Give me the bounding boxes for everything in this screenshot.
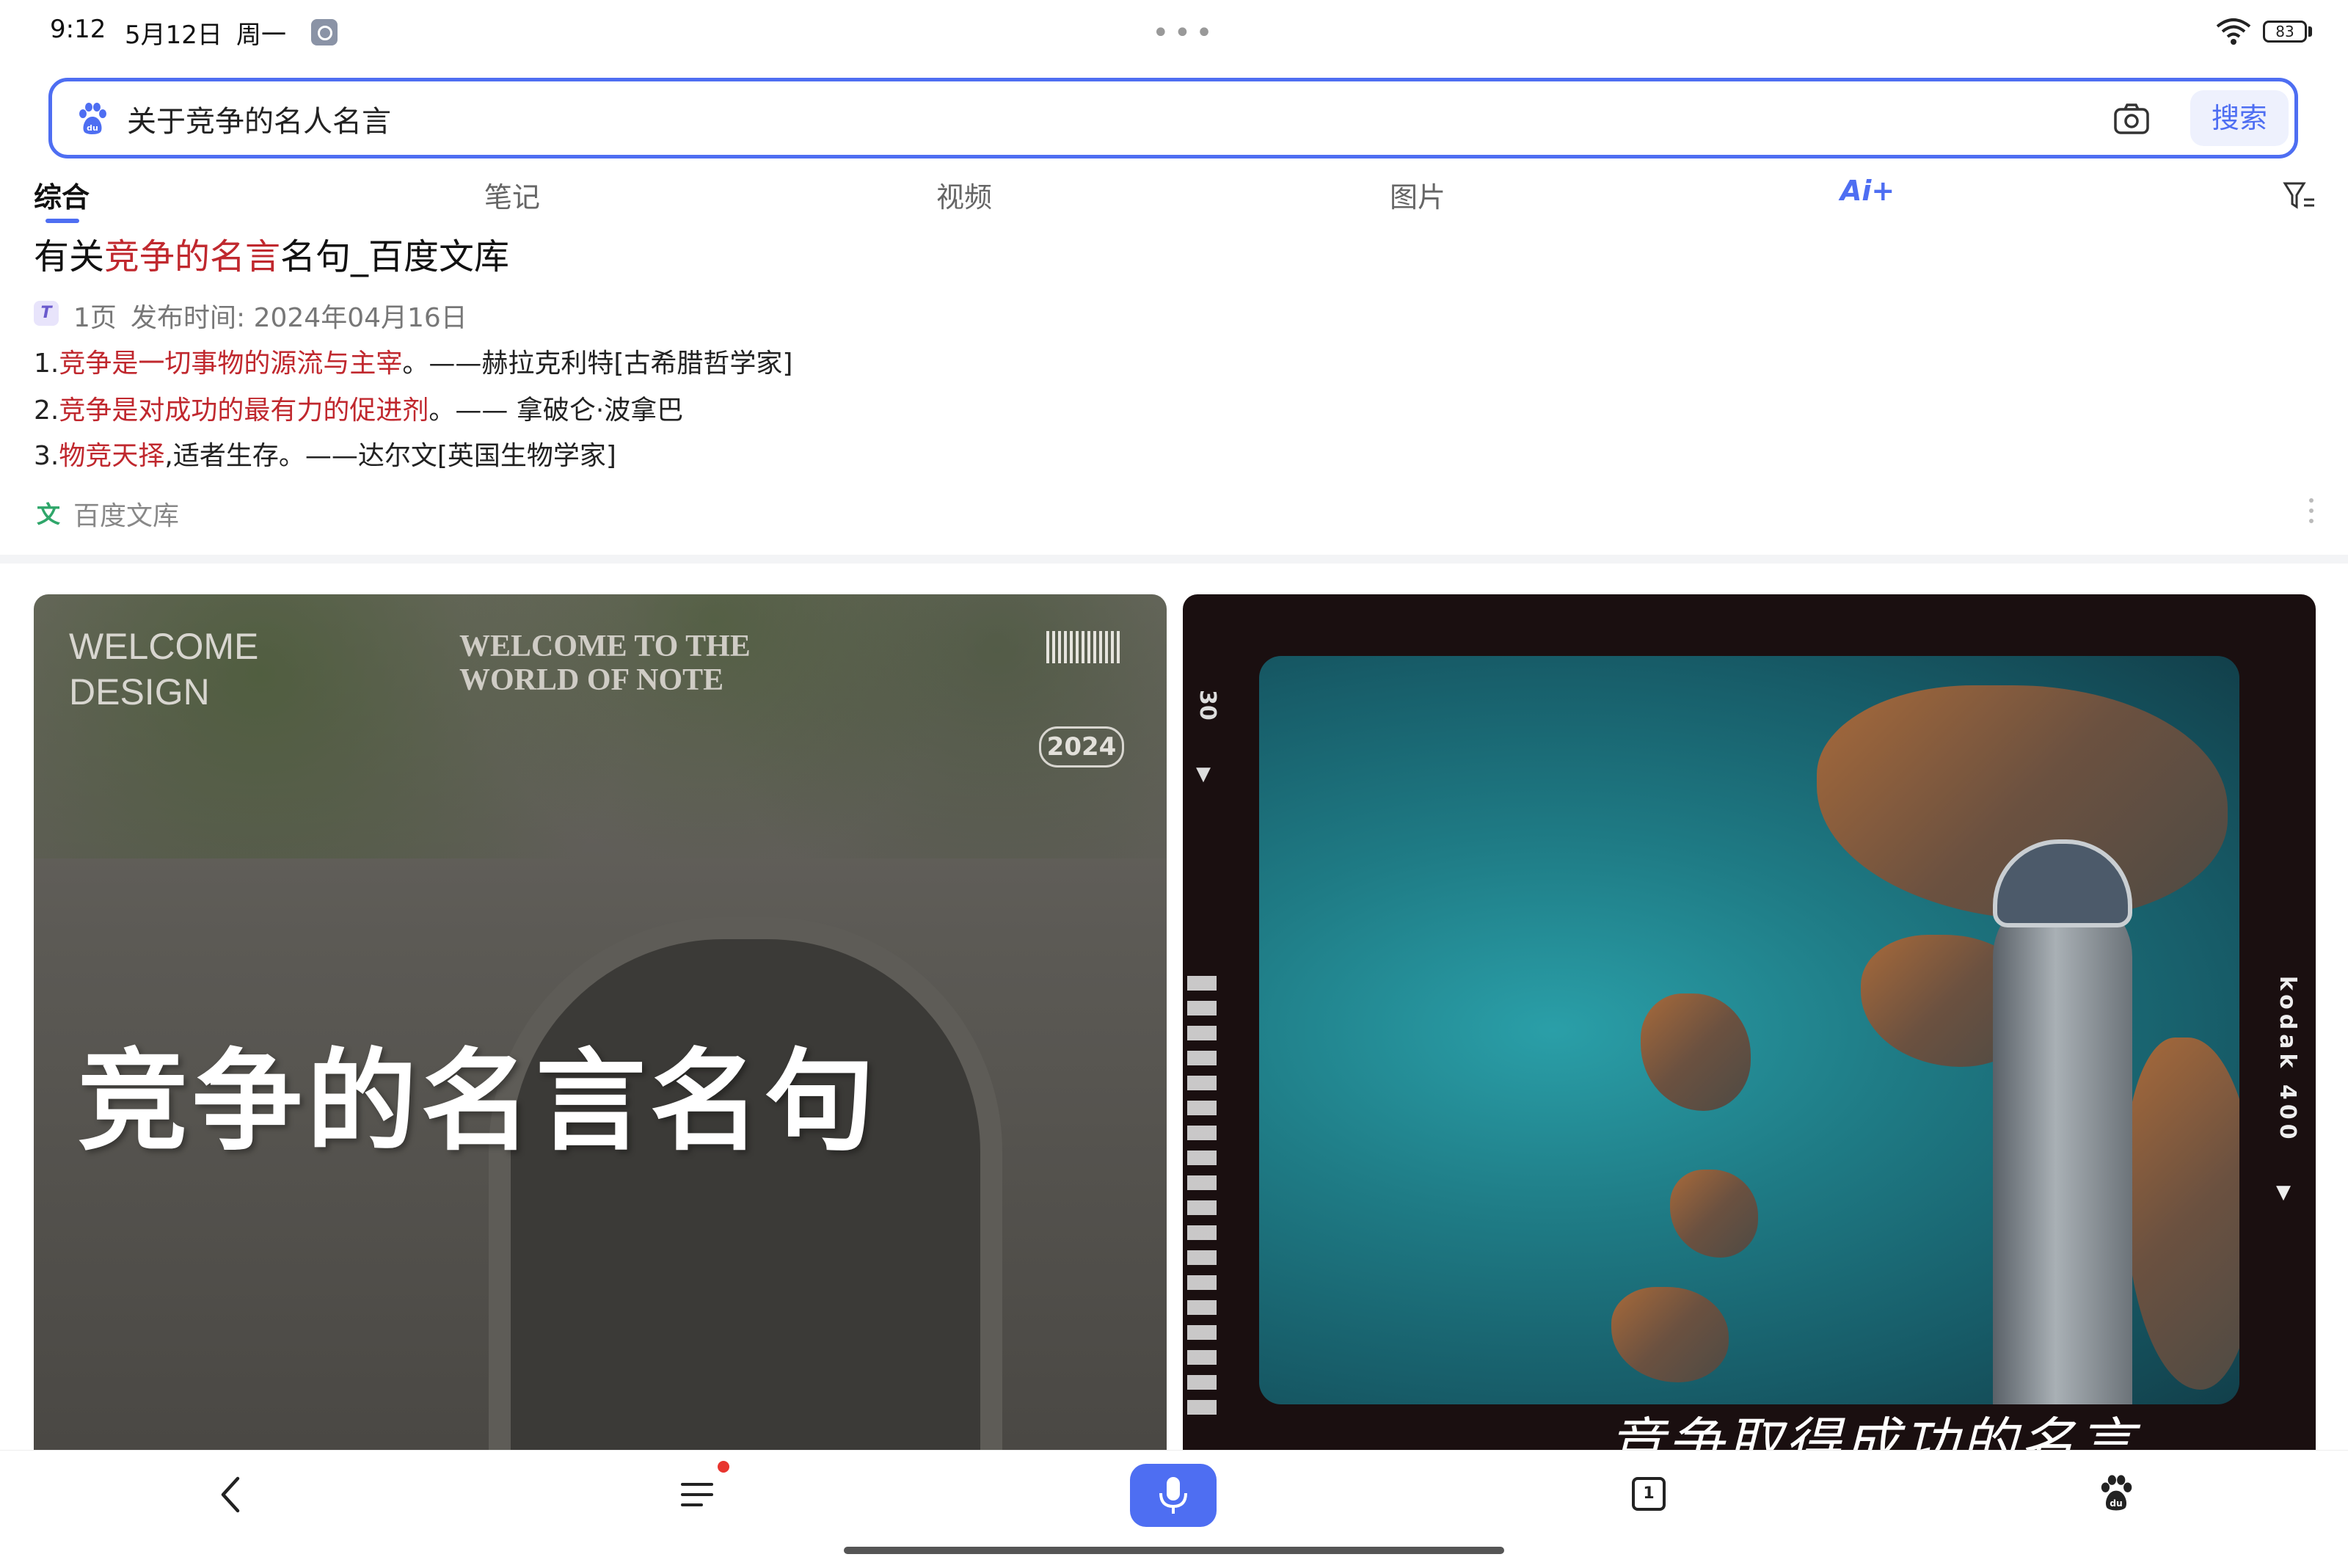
year-badge: 2024 (1039, 726, 1124, 767)
ocean-photo (1259, 656, 2239, 1404)
tab-all[interactable]: 综合 (34, 175, 90, 215)
rock (1611, 1287, 1729, 1382)
wifi-icon (2216, 18, 2251, 45)
status-time: 9:12 (50, 15, 106, 44)
search-input[interactable] (125, 89, 2073, 149)
film-arrow-icon: ▼ (1196, 763, 1211, 785)
result-title-highlight: 竞争的名言 (104, 236, 281, 277)
card-right-title: 竞争取得成功的名言 (1608, 1411, 2137, 1450)
image-card-right[interactable]: 30 ▼ kodak 400 ▼ 竞争取得成功的名言 (1183, 594, 2316, 1450)
film-arrow-icon: ▼ (2276, 1181, 2291, 1203)
rock (2125, 1038, 2239, 1390)
active-tab-indicator (45, 219, 79, 223)
result-pages: 1页 (73, 303, 117, 333)
quote-number: 1. (34, 349, 59, 379)
image-card-left[interactable]: WELCOME DESIGN WELCOME TO THE WORLD OF N… (34, 594, 1167, 1450)
battery-indicator: 83 (2263, 21, 2307, 43)
rock (1641, 993, 1751, 1111)
tab-images[interactable]: 图片 (1390, 175, 1445, 215)
quote-highlight: 竞争是对成功的最有力的促进剂 (59, 395, 429, 426)
back-arrow-icon[interactable] (213, 1473, 249, 1517)
film-frame-number: 30 (1195, 690, 1220, 721)
film-brand-label: kodak 400 (2275, 976, 2300, 1144)
rock (1670, 1170, 1758, 1258)
quote-line[interactable]: 2.竞争是对成功的最有力的促进剂。—— 拿破仑·波拿巴 (34, 389, 683, 427)
baidu-paw-icon: du (79, 103, 106, 134)
result-title[interactable]: 有关竞争的名言名句_百度文库 (34, 227, 509, 279)
barcode-graphic (1046, 631, 1123, 663)
section-divider (0, 555, 2348, 564)
quote-line[interactable]: 3.物竞天择,适者生存。——达尔文[英国生物学家] (34, 434, 616, 473)
more-dots-icon[interactable]: ••• (1152, 16, 1217, 50)
svg-text:du: du (87, 123, 98, 133)
quote-attribution: ,适者生存。——达尔文[英国生物学家] (164, 441, 616, 471)
filter-icon[interactable] (2282, 179, 2316, 213)
film-strip-graphic (1187, 976, 1217, 1416)
tab-ai-plus[interactable]: Ai+ (1840, 175, 1895, 207)
home-indicator[interactable] (844, 1547, 1504, 1554)
quote-line[interactable]: 1.竞争是一切事物的源流与主宰。——赫拉克利特[古希腊哲学家] (34, 342, 792, 380)
tab-video[interactable]: 视频 (936, 175, 992, 215)
search-button[interactable]: 搜索 (2190, 90, 2289, 146)
menu-icon[interactable] (678, 1476, 716, 1514)
archway (489, 917, 1002, 1450)
svg-text:du: du (2110, 1498, 2123, 1509)
microphone-icon (1159, 1477, 1187, 1514)
document-type-icon: T (34, 301, 59, 326)
result-source[interactable]: 百度文库 (73, 495, 179, 533)
lighthouse (1993, 891, 2132, 1404)
app-notification-icon (311, 19, 338, 45)
voice-search-button[interactable] (1130, 1464, 1217, 1527)
more-options-icon[interactable] (2308, 496, 2314, 525)
quote-highlight: 物竞天择 (59, 441, 165, 471)
quote-attribution: 。—— 拿破仑·波拿巴 (429, 395, 684, 426)
quote-number: 3. (34, 441, 59, 471)
result-title-suffix: 名句_百度文库 (280, 236, 510, 277)
baidu-home-icon[interactable]: du (2096, 1473, 2137, 1514)
quote-attribution: 。——赫拉克利特[古希腊哲学家] (402, 349, 793, 379)
status-date: 5月12日 (125, 21, 222, 50)
result-publish-date: 发布时间: 2024年04月16日 (131, 303, 467, 333)
welcome-world-text: WELCOME TO THE WORLD OF NOTE (459, 630, 751, 697)
notification-dot (718, 1461, 729, 1473)
wenku-icon: 文 (37, 500, 61, 528)
result-title-prefix: 有关 (34, 236, 105, 277)
status-weekday: 周一 (236, 21, 286, 50)
quote-number: 2. (34, 395, 59, 426)
card-left-title: 竞争的名言名句 (78, 1037, 880, 1166)
battery-cap (2308, 26, 2312, 37)
camera-icon[interactable] (2111, 99, 2152, 140)
search-bar: du 搜索 (48, 78, 2298, 158)
tab-notes[interactable]: 笔记 (484, 175, 540, 215)
quote-highlight: 竞争是一切事物的源流与主宰 (59, 349, 403, 379)
welcome-design-text: WELCOME DESIGN (69, 626, 259, 712)
tab-switcher-button[interactable]: 1 (1632, 1477, 1666, 1511)
